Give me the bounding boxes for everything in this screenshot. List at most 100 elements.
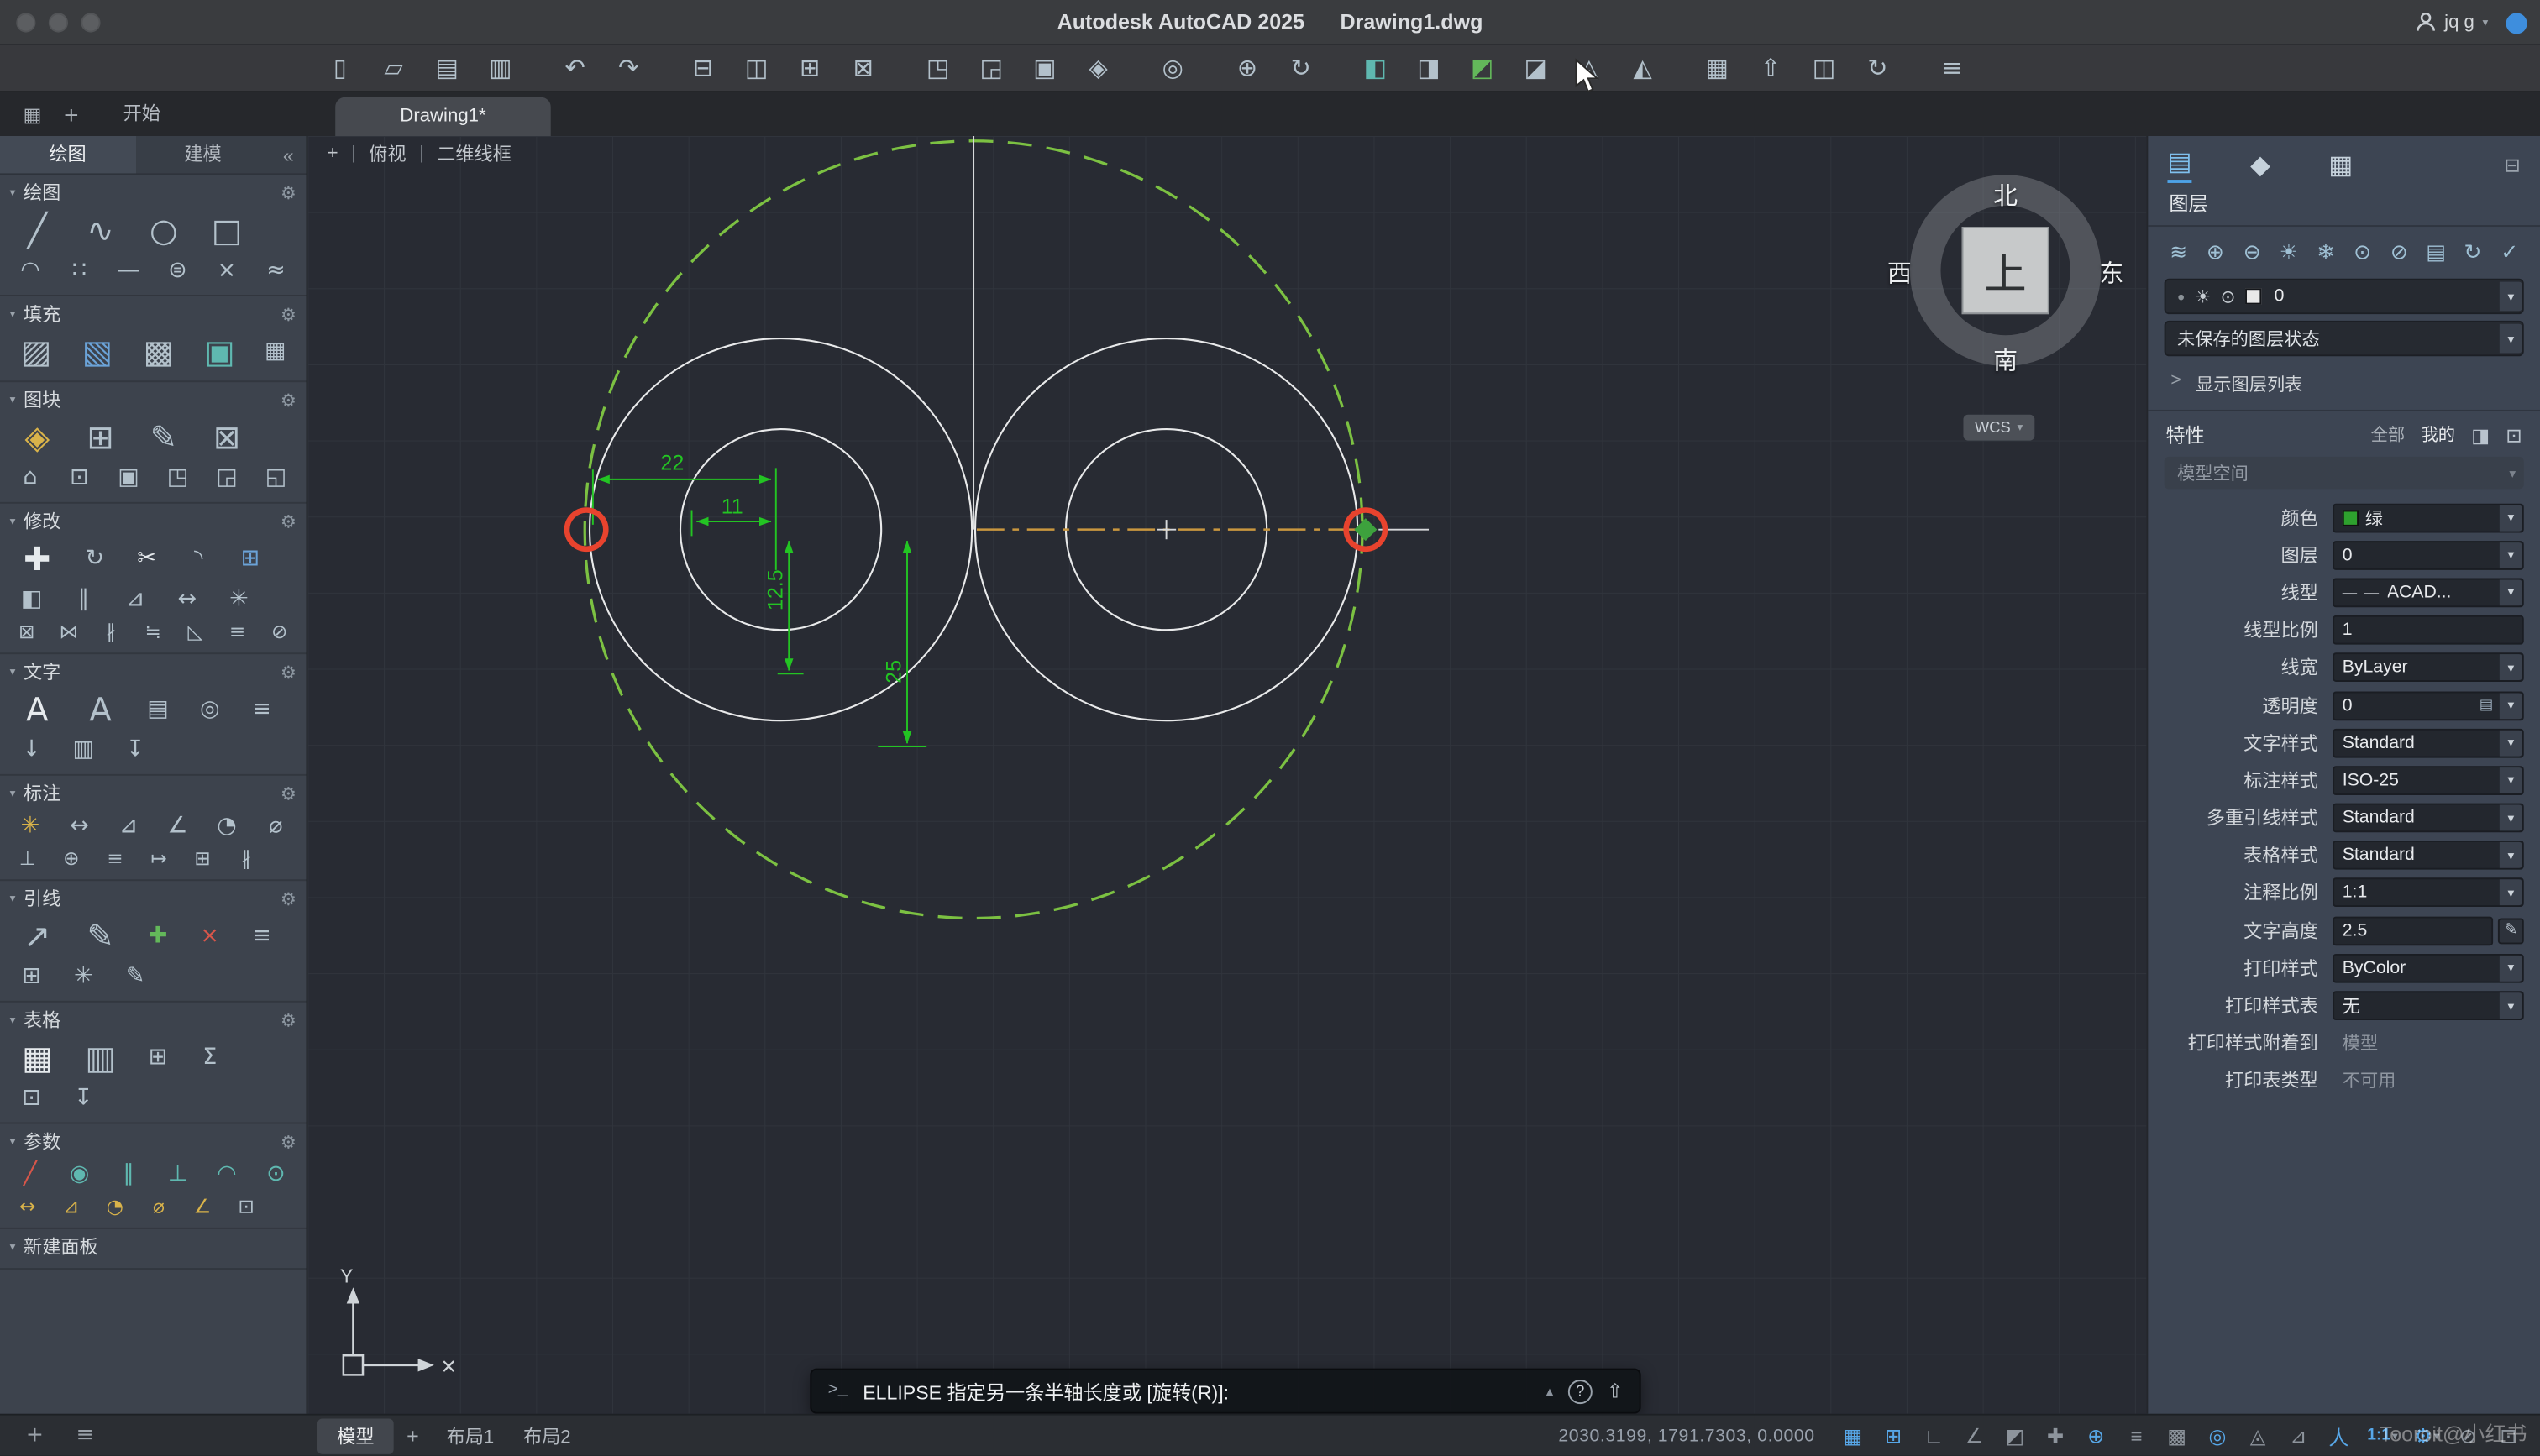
point-icon[interactable]: ∷ [62, 254, 97, 287]
section-settings-icon[interactable]: ⚙ [281, 662, 297, 683]
array-icon[interactable]: ⊞ [232, 542, 269, 575]
image-attach-icon[interactable]: ◲ [975, 52, 1008, 85]
property-field[interactable]: Standard ▾ [2333, 803, 2524, 833]
image-icon[interactable]: ◲ [209, 462, 244, 495]
selection-cycling-icon[interactable]: ◎ [2202, 1420, 2233, 1451]
visual-style-button[interactable]: 二维线框 [437, 141, 512, 167]
layer-state-chevron-icon[interactable]: ▾ [2499, 323, 2522, 354]
layers-palette-icon[interactable]: ▤ [2167, 146, 2192, 183]
dropdown-chevron-icon[interactable]: ▾ [2499, 542, 2522, 568]
tool-palette-icon[interactable]: ▦ [258, 335, 293, 368]
export-text-icon[interactable]: ↧ [117, 734, 154, 767]
open-file-icon[interactable]: ▱ [377, 52, 410, 85]
move-icon[interactable]: ✚ [13, 537, 61, 579]
section-collapse-icon[interactable]: ▾ [10, 1135, 16, 1149]
baseline-dimension-icon[interactable]: ≡ [101, 846, 130, 872]
radius-dimension-icon[interactable]: ◔ [209, 809, 244, 842]
section-collapse-icon[interactable]: ▾ [10, 1240, 16, 1254]
table-style-icon[interactable]: ▥ [76, 1036, 125, 1078]
section-settings-icon[interactable]: ⚙ [281, 511, 297, 532]
object-snap-icon[interactable]: ⊕ [2081, 1420, 2112, 1451]
new-layer-icon[interactable]: ⊕ [2204, 239, 2226, 265]
annotation-scale-icon[interactable]: 1:1 ▾ [2364, 1420, 2401, 1451]
multileader-style-icon[interactable]: ✎ [76, 915, 125, 957]
arc-icon[interactable]: ◠ [13, 254, 47, 287]
new-tab-button[interactable]: + [55, 99, 88, 132]
property-field[interactable]: 2.5 [2333, 915, 2494, 945]
panel-menu-icon[interactable]: ⊟ [2504, 153, 2520, 175]
angular-dimension-icon[interactable]: ∠ [160, 809, 195, 842]
redo-icon[interactable]: ↷ [612, 52, 645, 85]
dropdown-chevron-icon[interactable]: ▾ [2499, 804, 2522, 831]
share-icon[interactable]: ⇧ [1607, 1380, 1623, 1402]
boundary-icon[interactable]: ▣ [197, 330, 243, 372]
section-collapse-icon[interactable]: ▾ [10, 1013, 16, 1027]
align-leaders-icon[interactable]: ≡ [243, 919, 280, 952]
dropdown-chevron-icon[interactable]: ▾ [2499, 767, 2522, 793]
layer-states-icon[interactable]: ◨ [1413, 52, 1446, 85]
remove-leader-icon[interactable]: × [192, 919, 228, 952]
tab-layout1[interactable]: 布局1 [432, 1417, 508, 1453]
xref-attach-icon[interactable]: ◳ [921, 52, 954, 85]
dropdown-chevron-icon[interactable]: ▾ [2499, 692, 2522, 719]
fillet-icon[interactable]: ◝ [180, 542, 217, 575]
tolerance-icon[interactable]: ⊞ [188, 846, 218, 872]
hatch-pattern-icon[interactable]: ▧ [74, 330, 120, 372]
linear-parameter-icon[interactable]: ↔ [13, 1193, 42, 1219]
zoom-window-icon[interactable]: ◎ [1157, 52, 1189, 85]
dropdown-chevron-icon[interactable]: ▾ [2499, 842, 2522, 869]
rectangle-icon[interactable]: □ [202, 209, 251, 251]
tab-draw-panel[interactable]: 绘图 [0, 136, 136, 174]
viewport-menu-button[interactable]: + [328, 144, 338, 164]
compass-north[interactable]: 北 [1993, 178, 2018, 212]
spline-icon[interactable]: ≈ [259, 254, 293, 287]
layer-isolate-icon[interactable]: ◩ [1466, 52, 1498, 85]
render-icon[interactable]: ◫ [1808, 52, 1840, 85]
dropdown-chevron-icon[interactable]: ▾ [2499, 992, 2522, 1019]
plot-preview-icon[interactable]: ◫ [740, 52, 773, 85]
markup-icon[interactable]: ◬ [1573, 52, 1606, 85]
layer-freeze-icon[interactable]: ❄ [2315, 239, 2337, 265]
property-field[interactable]: 0 ▾ [2333, 540, 2524, 570]
block-insert-icon[interactable]: ◈ [1082, 52, 1115, 85]
new-layout-button[interactable]: + [407, 1423, 419, 1448]
angular-parameter-icon[interactable]: ∠ [188, 1193, 218, 1219]
text-style-icon[interactable]: ▤ [139, 693, 176, 725]
dropdown-chevron-icon[interactable]: ▾ [2499, 504, 2522, 531]
section-settings-icon[interactable]: ⚙ [281, 783, 297, 804]
table-icon[interactable]: ▦ [13, 1036, 61, 1078]
show-constraints-icon[interactable]: ⊡ [232, 1193, 261, 1219]
formula-icon[interactable]: Σ [192, 1041, 228, 1074]
help-icon[interactable]: ? [1567, 1379, 1593, 1404]
section-settings-icon[interactable]: ⚙ [281, 182, 297, 203]
compass-west[interactable]: 西 [1887, 256, 1912, 291]
share-drawing-icon[interactable]: ⇧ [1755, 52, 1787, 85]
table-cell-icon[interactable]: ⊞ [139, 1041, 176, 1074]
snap-mode-icon[interactable]: ⊞ [1878, 1420, 1909, 1451]
section-collapse-icon[interactable]: ▾ [10, 515, 16, 528]
layer-on-icon[interactable]: ☀ [2195, 285, 2211, 306]
dimension-break-icon[interactable]: ∦ [232, 846, 261, 872]
tab-overview-icon[interactable]: ▦ [16, 99, 49, 132]
sheet-set-icon[interactable]: ▦ [1701, 52, 1734, 85]
save-as-icon[interactable]: ▥ [485, 52, 517, 85]
property-field[interactable]: Standard ▾ [2333, 841, 2524, 871]
dropdown-chevron-icon[interactable]: ▾ [2499, 654, 2522, 681]
sheet-set-palette-icon[interactable]: ▦ [2328, 148, 2353, 181]
section-settings-icon[interactable]: ⚙ [281, 888, 297, 909]
delete-layer-icon[interactable]: ⊖ [2241, 239, 2263, 265]
lengthen-icon[interactable]: ≒ [139, 619, 167, 645]
section-settings-icon[interactable]: ⚙ [281, 304, 297, 325]
edit-leader-icon[interactable]: ✎ [117, 961, 154, 993]
filter-mine-button[interactable]: 我的 [2421, 422, 2455, 447]
property-field[interactable]: 1 [2333, 615, 2524, 645]
model-space[interactable]: 22 11 12.5 25 Y ✕ [307, 136, 2147, 1414]
dropdown-chevron-icon[interactable]: ▾ [2499, 880, 2522, 906]
export-table-icon[interactable]: ↧ [65, 1082, 102, 1114]
pin-panel-icon[interactable]: ⊡ [2506, 423, 2522, 446]
attribute-define-icon[interactable]: ▣ [111, 462, 145, 495]
construction-line-icon[interactable]: — [111, 254, 145, 287]
offset-icon[interactable]: ∥ [65, 583, 102, 615]
property-field[interactable]: Standard ▾ [2333, 728, 2524, 758]
fix-constraint-icon[interactable]: ⊙ [259, 1158, 293, 1191]
